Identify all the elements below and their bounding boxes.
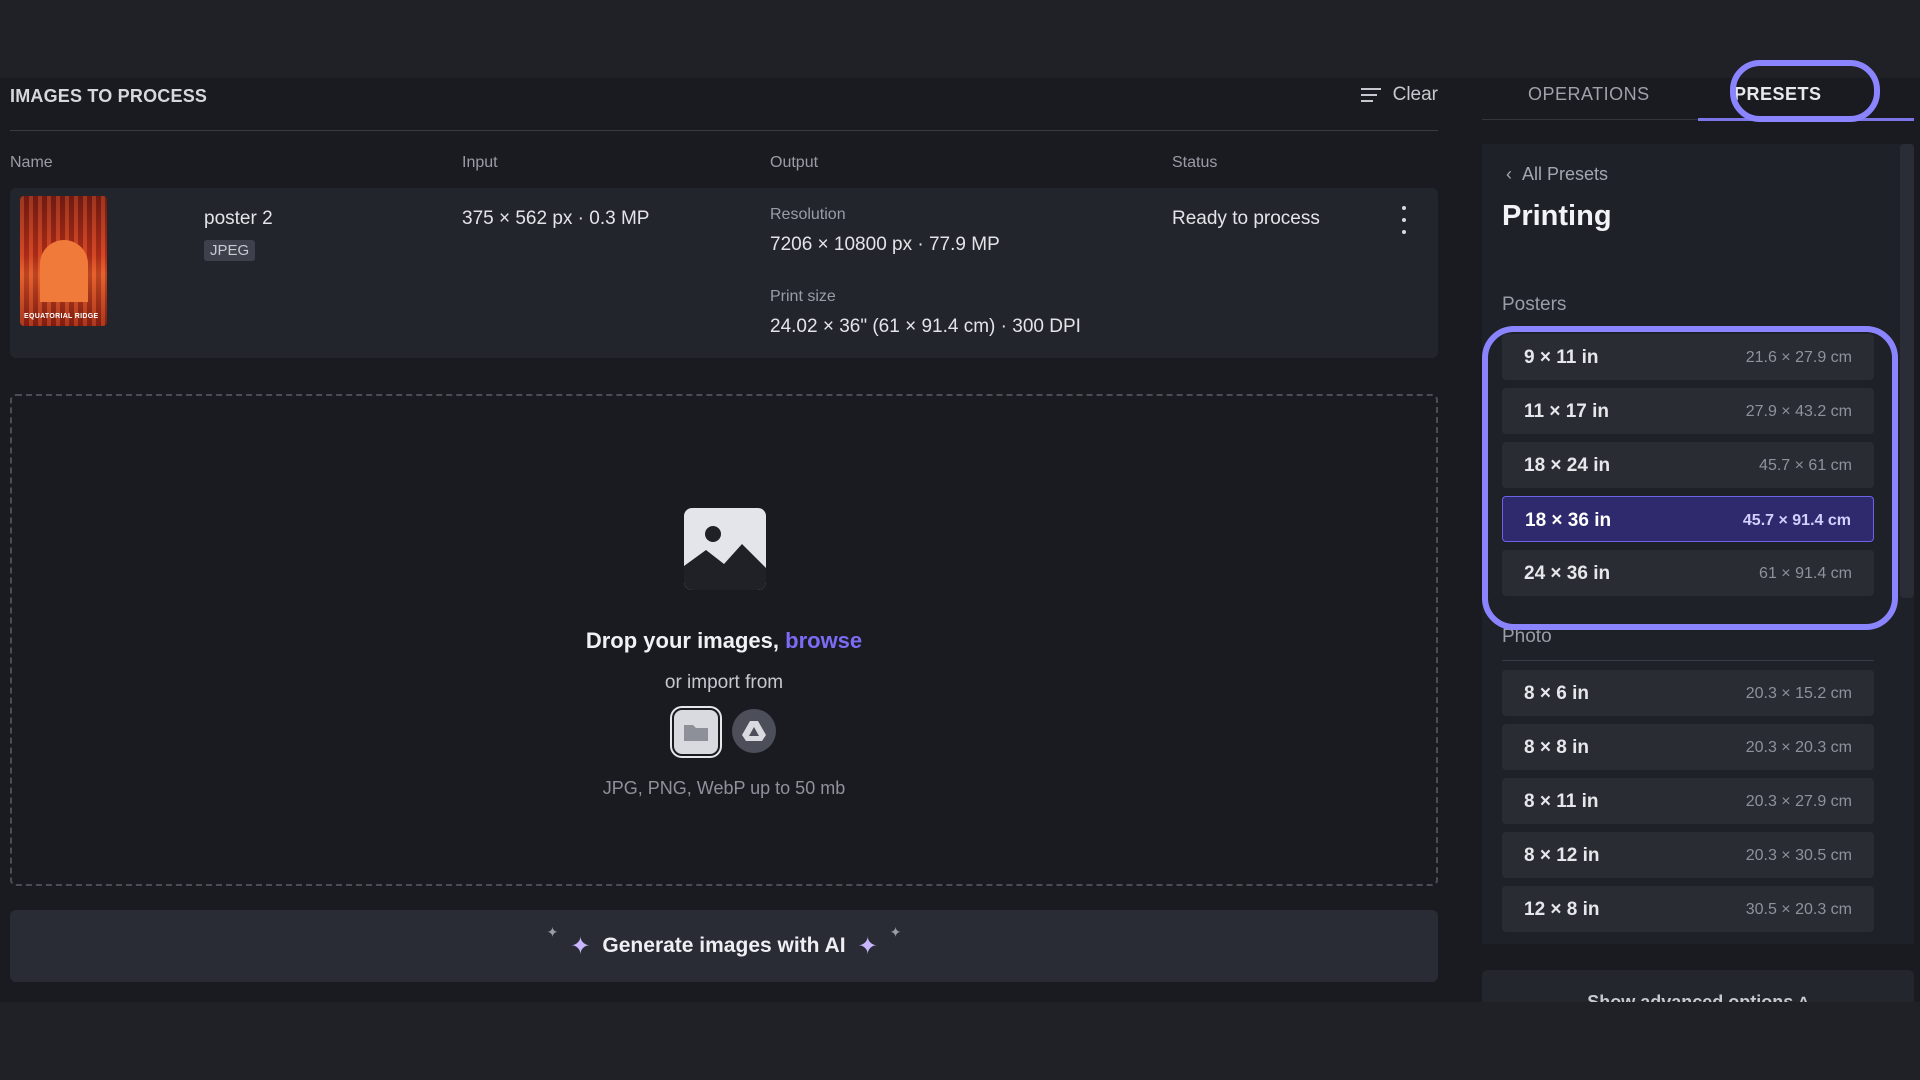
scrollbar[interactable] bbox=[1900, 144, 1914, 598]
image-thumbnail[interactable]: EQUATORIAL RIDGE bbox=[20, 196, 107, 326]
input-size: 375 × 562 px · 0.3 MP bbox=[462, 208, 650, 229]
images-panel: IMAGES TO PROCESS Clear Name Input Outpu… bbox=[10, 78, 1438, 1002]
preset-dimensions: 20.3 × 27.9 cm bbox=[1745, 793, 1852, 810]
sparkle-icon: ✦ bbox=[857, 932, 878, 960]
column-header-status: Status bbox=[1172, 154, 1218, 171]
preset-item[interactable]: 8 × 6 in 20.3 × 15.2 cm bbox=[1502, 670, 1874, 716]
more-options-icon[interactable] bbox=[1394, 206, 1414, 234]
preset-item[interactable]: 8 × 8 in 20.3 × 20.3 cm bbox=[1502, 724, 1874, 770]
group-label-posters: Posters bbox=[1502, 294, 1567, 315]
settings-panel: OPERATIONS PRESETS ‹ All Presets Printin… bbox=[1482, 60, 1914, 1030]
table-row[interactable]: EQUATORIAL RIDGE poster 2 JPEG 375 × 562… bbox=[10, 188, 1438, 358]
image-placeholder-icon bbox=[684, 508, 766, 590]
all-presets-label: All Presets bbox=[1522, 164, 1609, 184]
preset-dimensions: 20.3 × 15.2 cm bbox=[1745, 685, 1852, 702]
preset-dimensions: 20.3 × 30.5 cm bbox=[1745, 847, 1852, 864]
preset-name: 8 × 12 in bbox=[1524, 845, 1600, 866]
clear-label: Clear bbox=[1392, 84, 1438, 105]
browse-link[interactable]: browse bbox=[785, 628, 862, 653]
format-badge: JPEG bbox=[204, 240, 256, 261]
preset-name: 12 × 8 in bbox=[1524, 899, 1600, 920]
sparkle-small-icon: ✦ bbox=[889, 923, 902, 940]
column-header-input: Input bbox=[462, 154, 498, 171]
preset-name: 8 × 11 in bbox=[1524, 791, 1599, 812]
top-band bbox=[0, 0, 1920, 78]
print-size-value: 24.02 × 36" (61 × 91.4 cm) · 300 DPI bbox=[770, 316, 1081, 337]
column-header-name: Name bbox=[10, 154, 53, 171]
preset-category-title: Printing bbox=[1502, 200, 1612, 232]
section-title: IMAGES TO PROCESS bbox=[10, 86, 208, 106]
sun-graphic bbox=[40, 240, 88, 302]
import-subtitle: or import from bbox=[664, 672, 784, 693]
all-presets-link[interactable]: ‹ All Presets bbox=[1506, 164, 1608, 185]
google-drive-icon[interactable] bbox=[732, 709, 776, 753]
clear-button[interactable]: Clear bbox=[1359, 84, 1438, 106]
print-size-label: Print size bbox=[770, 288, 836, 305]
drop-title: Drop your images, browse bbox=[12, 628, 1436, 654]
preset-name: 8 × 8 in bbox=[1524, 737, 1589, 758]
preset-name: 8 × 6 in bbox=[1524, 683, 1589, 704]
thumbnail-caption: EQUATORIAL RIDGE bbox=[24, 313, 99, 320]
presets-tab-highlight bbox=[1730, 60, 1880, 122]
column-header-output: Output bbox=[770, 154, 819, 171]
device-icon[interactable] bbox=[672, 708, 720, 756]
file-name: poster 2 bbox=[204, 208, 273, 229]
import-sources bbox=[672, 708, 776, 756]
bottom-band bbox=[0, 1002, 1920, 1080]
posters-group-highlight bbox=[1482, 326, 1898, 630]
generate-ai-button[interactable]: ✦ ✦ Generate images with AI ✦ ✦ bbox=[10, 910, 1438, 982]
sparkle-small-icon: ✦ bbox=[546, 923, 559, 940]
preset-dimensions: 20.3 × 20.3 cm bbox=[1745, 739, 1852, 756]
drop-zone[interactable]: Drop your images, browse or import from … bbox=[10, 394, 1438, 886]
tab-bar: OPERATIONS PRESETS bbox=[1482, 60, 1914, 122]
drop-title-prefix: Drop your images, bbox=[585, 628, 779, 653]
header-divider bbox=[10, 130, 1438, 131]
preset-item[interactable]: 12 × 8 in 30.5 × 20.3 cm bbox=[1502, 886, 1874, 932]
resolution-value: 7206 × 10800 px · 77.9 MP bbox=[770, 234, 1000, 255]
resolution-label: Resolution bbox=[770, 206, 846, 223]
file-type-hint: JPG, PNG, WebP up to 50 mb bbox=[602, 778, 846, 798]
status-text: Ready to process bbox=[1172, 208, 1320, 229]
tab-operations[interactable]: OPERATIONS bbox=[1528, 84, 1650, 105]
preset-item[interactable]: 8 × 11 in 20.3 × 27.9 cm bbox=[1502, 778, 1874, 824]
preset-dimensions: 30.5 × 20.3 cm bbox=[1745, 901, 1852, 918]
clear-list-icon bbox=[1360, 88, 1381, 102]
generate-label: Generate images with AI bbox=[602, 934, 846, 957]
main-area: IMAGES TO PROCESS Clear Name Input Outpu… bbox=[0, 60, 1920, 1030]
sparkle-icon: ✦ bbox=[570, 932, 591, 960]
preset-item[interactable]: 8 × 12 in 20.3 × 30.5 cm bbox=[1502, 832, 1874, 878]
